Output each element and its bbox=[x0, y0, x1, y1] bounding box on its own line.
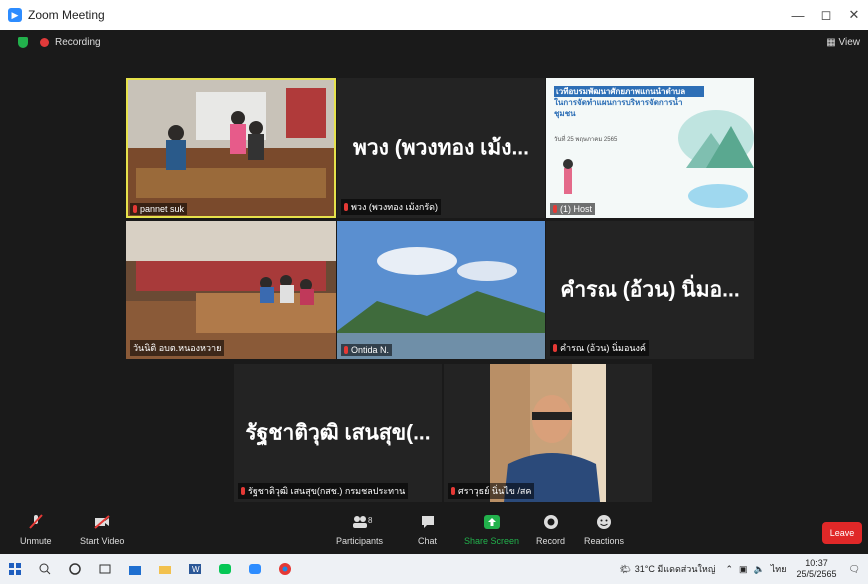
slide-subtitle: ในการจัดทำแผนการบริหารจัดการน้ำชุมชน bbox=[554, 98, 683, 118]
file-explorer-icon[interactable] bbox=[150, 554, 180, 584]
muted-mic-icon bbox=[451, 487, 455, 495]
notification-icon[interactable]: 🗨 bbox=[849, 564, 860, 575]
participant-name-label: ศราวุธย์ นิ่นไข /สค bbox=[448, 483, 535, 499]
classroom-video bbox=[126, 78, 336, 218]
participants-count: 8 bbox=[368, 516, 373, 525]
weather-icon[interactable]: 🌤 bbox=[619, 564, 630, 575]
clock-date: 25/5/2565 bbox=[796, 569, 837, 579]
view-button[interactable]: ▦ View bbox=[826, 37, 860, 48]
video-off-icon bbox=[94, 515, 110, 529]
word-icon[interactable]: W bbox=[180, 554, 210, 584]
meeting-status-bar: Recording ▦ View bbox=[0, 30, 868, 54]
participant-name-label: (1) Host bbox=[550, 203, 596, 215]
participant-name-label: พวง (พวงทอง เม้งกรัด) bbox=[341, 199, 442, 215]
start-video-button[interactable]: Start Video bbox=[80, 514, 124, 546]
search-icon[interactable] bbox=[30, 554, 60, 584]
landscape-background bbox=[337, 221, 545, 359]
task-view-icon[interactable] bbox=[90, 554, 120, 584]
participants-icon bbox=[352, 516, 367, 528]
windows-taskbar: W 🌤 31°C มีแดดส่วนใหญ่ ⌃ ▣ 🔈 ไทย 10:37 2… bbox=[0, 554, 868, 584]
recording-icon bbox=[40, 37, 49, 47]
window-controls: — ◻ ✕ bbox=[784, 0, 868, 30]
muted-mic-icon bbox=[553, 344, 557, 352]
recording-label: Recording bbox=[55, 36, 101, 48]
participant-video bbox=[444, 364, 652, 502]
participant-name-label: pannet suk bbox=[130, 203, 188, 215]
slide-title: เวทีอบรมพัฒนาศักยภาพแกนนำตำบล bbox=[554, 86, 704, 97]
muted-microphone-icon bbox=[29, 514, 43, 529]
close-button[interactable]: ✕ bbox=[840, 0, 868, 30]
slide-date: วันที่ 25 พฤษภาคม 2565 bbox=[554, 137, 618, 143]
window-title: Zoom Meeting bbox=[28, 8, 105, 22]
cortana-icon[interactable] bbox=[60, 554, 90, 584]
participant-name-label: Ontida N. bbox=[341, 344, 393, 356]
muted-mic-icon bbox=[241, 487, 245, 495]
security-shield-icon[interactable] bbox=[18, 36, 28, 48]
unmute-button[interactable]: Unmute bbox=[20, 514, 52, 546]
participant-display-name: คำรณ (อ้วน) นิ่มอ... bbox=[560, 278, 740, 302]
meeting-toolbar: Unmute Start Video Participants 8 Chat S… bbox=[0, 510, 868, 554]
tray-chevron-icon[interactable]: ⌃ bbox=[726, 564, 734, 575]
network-icon[interactable]: ▣ bbox=[739, 564, 748, 575]
participant-name-label: วันนิติ อบต.หนองหวาย bbox=[130, 340, 225, 356]
meeting-room-video bbox=[126, 221, 336, 359]
leave-button[interactable]: Leave bbox=[822, 522, 862, 544]
share-screen-icon bbox=[483, 515, 500, 529]
video-tile-pannet[interactable]: pannet suk bbox=[126, 78, 336, 218]
participant-name-label: รัฐชาติวุฒิ เสนสุข(กสช.) กรมชลประทาน bbox=[238, 483, 409, 499]
view-label: View bbox=[838, 37, 861, 48]
language-indicator[interactable]: ไทย bbox=[771, 562, 787, 576]
reactions-icon bbox=[597, 515, 612, 529]
volume-icon[interactable]: 🔈 bbox=[754, 564, 765, 575]
muted-mic-icon bbox=[553, 205, 557, 213]
clock[interactable]: 10:37 25/5/2565 bbox=[797, 558, 837, 580]
maximize-button[interactable]: ◻ bbox=[812, 0, 840, 30]
video-tile-khamron[interactable]: คำรณ (อ้วน) นิ่มอ... คำรณ (อ้วน) นิ่มอนง… bbox=[546, 221, 754, 359]
participant-display-name: รัฐชาติวุฒิ เสนสุข(... bbox=[245, 421, 431, 445]
minimize-button[interactable]: — bbox=[784, 0, 812, 30]
reactions-button[interactable]: Reactions bbox=[584, 514, 624, 546]
video-tile-puang[interactable]: พวง (พวงทอง เม้ง... พวง (พวงทอง เม้งกรัด… bbox=[337, 78, 545, 218]
zoom-logo-icon: ▶ bbox=[8, 8, 22, 22]
clock-time: 10:37 bbox=[805, 558, 828, 568]
zoom-icon[interactable] bbox=[240, 554, 270, 584]
start-icon[interactable] bbox=[0, 554, 30, 584]
video-tile-ontida[interactable]: Ontida N. bbox=[337, 221, 545, 359]
participants-button[interactable]: Participants bbox=[336, 514, 383, 546]
line-icon[interactable] bbox=[210, 554, 240, 584]
share-screen-button[interactable]: Share Screen bbox=[464, 514, 519, 546]
participant-display-name: พวง (พวงทอง เม้ง... bbox=[353, 136, 529, 160]
video-tile-ratthachat[interactable]: รัฐชาติวุฒิ เสนสุข(... รัฐชาติวุฒิ เสนสุ… bbox=[234, 364, 442, 502]
record-icon bbox=[543, 515, 558, 529]
system-tray: 🌤 31°C มีแดดส่วนใหญ่ ⌃ ▣ 🔈 ไทย 10:37 25/… bbox=[619, 554, 860, 584]
record-button[interactable]: Record bbox=[536, 514, 565, 546]
participant-name-label: คำรณ (อ้วน) นิ่มอนงค์ bbox=[550, 340, 649, 356]
muted-mic-icon bbox=[133, 205, 137, 213]
chrome-icon[interactable] bbox=[270, 554, 300, 584]
video-tile-wannit[interactable]: วันนิติ อบต.หนองหวาย bbox=[126, 221, 336, 359]
chat-button[interactable]: Chat bbox=[418, 514, 437, 546]
muted-mic-icon bbox=[344, 203, 348, 211]
muted-mic-icon bbox=[344, 346, 348, 354]
svg-text:W: W bbox=[192, 565, 200, 574]
weather-text[interactable]: 31°C มีแดดส่วนใหญ่ bbox=[635, 562, 716, 576]
chat-icon bbox=[421, 516, 434, 528]
video-tile-sarawut[interactable]: ศราวุธย์ นิ่นไข /สค bbox=[444, 364, 652, 502]
store-icon[interactable] bbox=[120, 554, 150, 584]
window-titlebar: ▶ Zoom Meeting — ◻ ✕ bbox=[0, 0, 868, 30]
video-tile-host[interactable]: เวทีอบรมพัฒนาศักยภาพแกนนำตำบล ในการจัดทำ… bbox=[546, 78, 754, 218]
